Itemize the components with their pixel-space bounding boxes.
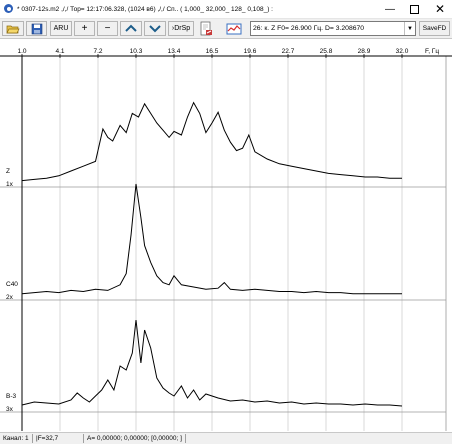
x-tick-label: 7.2	[93, 48, 102, 55]
floppy-disk-icon	[31, 23, 42, 34]
save-button[interactable]	[26, 21, 47, 36]
close-button[interactable]: ✕	[427, 0, 452, 18]
channel-tool-button[interactable]	[225, 21, 243, 36]
channel-select-value: 26: к. Z F0= 26.900 Гц. D= 3.208670	[253, 25, 365, 32]
status-amplitude: A= 0,00000; 0,00000; [0,00000; ]	[84, 434, 186, 443]
channel-select[interactable]: 26: к. Z F0= 26.900 Гц. D= 3.208670 ▼	[250, 21, 416, 36]
minimize-button[interactable]: —	[377, 0, 403, 18]
app-icon	[4, 4, 14, 14]
window-title: * 0307-12s.m2 ,/,/ Тор= 12:17:06.328, (1…	[17, 5, 273, 13]
chevron-down-icon	[149, 25, 161, 33]
x-tick-label: 28.9	[358, 48, 371, 55]
x-tick-label: 22.7	[282, 48, 295, 55]
series-scale-label: 3х	[6, 406, 14, 413]
series-scale-label: 1х	[6, 181, 14, 188]
minimize-icon: —	[385, 3, 395, 15]
status-channel: Канал: 1	[0, 434, 33, 443]
toolbar: ARU + − ›DrSp 26: к. Z F0= 26.900 Гц. D=…	[0, 19, 452, 39]
scale-down-button[interactable]	[144, 21, 166, 36]
folder-open-icon	[6, 25, 20, 34]
spectrum-chart: 1.0 4.1 7.2 10.3 13.4 16.5 19.6 22.7 25.8 28.9 32.…	[0, 48, 452, 431]
x-axis-label: F, Гц	[425, 48, 439, 55]
title-bar: * 0307-12s.m2 ,/,/ Тор= 12:17:06.328, (1…	[0, 0, 452, 19]
x-tick-label: 32.0	[396, 48, 409, 55]
maximize-button[interactable]	[401, 0, 427, 18]
zoom-in-button[interactable]: +	[74, 21, 95, 36]
status-bar: Канал: 1 |F=32,7 A= 0,00000; 0,00000; [0…	[0, 432, 452, 444]
x-tick-label: 16.5	[206, 48, 219, 55]
scale-up-button[interactable]	[120, 21, 142, 36]
channel-tool-icon	[226, 23, 242, 34]
x-tick-label: 19.6	[244, 48, 257, 55]
x-tick-label: 13.4	[168, 48, 181, 55]
open-file-button[interactable]	[2, 21, 24, 36]
x-tick-label: 10.3	[130, 48, 143, 55]
zoom-out-button[interactable]: −	[97, 21, 118, 36]
x-tick-label: 25.8	[320, 48, 333, 55]
aru-button[interactable]: ARU	[50, 21, 72, 36]
spectrum-plot[interactable]: 1.0 4.1 7.2 10.3 13.4 16.5 19.6 22.7 25.8 28.9 32.…	[0, 40, 452, 432]
series-name-label: С40	[6, 281, 18, 288]
close-icon: ✕	[434, 2, 446, 16]
maximize-icon	[409, 4, 419, 14]
series-scale-label: 2х	[6, 294, 14, 301]
export-button[interactable]	[198, 21, 214, 36]
savefd-button[interactable]: SaveFD	[419, 21, 450, 36]
drsp-button[interactable]: ›DrSp	[168, 21, 194, 36]
status-frequency: |F=32,7	[33, 434, 84, 443]
x-tick-label: 1.0	[17, 48, 26, 55]
series-name-label: В-3	[6, 393, 17, 400]
series-name-label: Z	[6, 168, 10, 175]
x-tick-label: 4.1	[55, 48, 64, 55]
chevron-up-icon	[125, 24, 137, 32]
export-icon	[200, 21, 212, 36]
dropdown-arrow-icon[interactable]: ▼	[404, 22, 415, 35]
